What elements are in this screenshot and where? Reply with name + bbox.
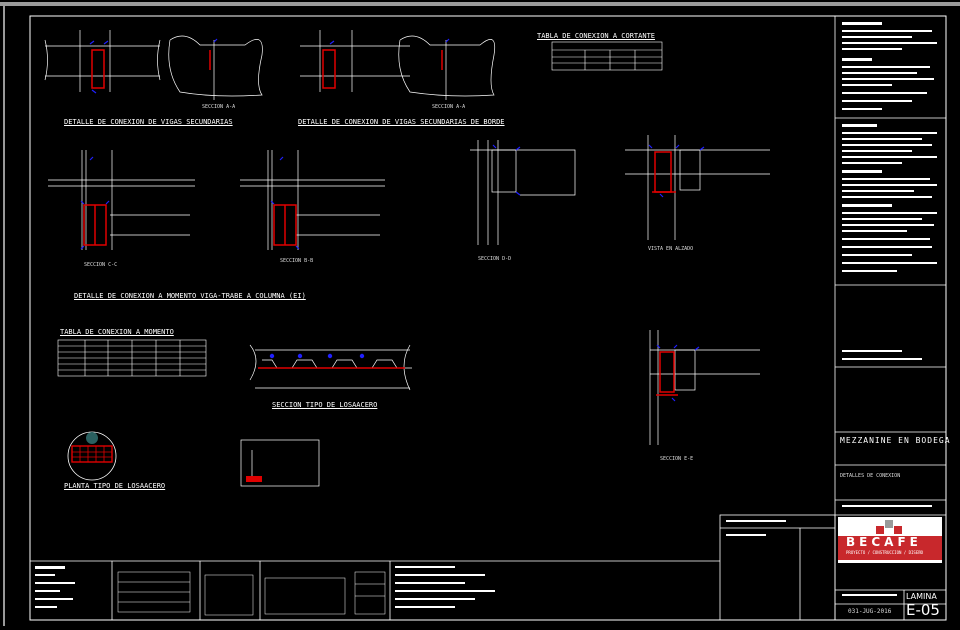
label-vista-alzado: VISTA EN ALZADO (648, 246, 694, 252)
title-tabla-cortante: TABLA DE CONEXION A CORTANTE (537, 32, 656, 40)
drawing-name: DETALLES DE CONEXION (840, 473, 901, 479)
becafe-logo-icon (876, 520, 902, 536)
company-name: BECAFE (846, 535, 922, 549)
cad-drawing-canvas[interactable] (0, 0, 960, 630)
title-planta-losaacero: PLANTA TIPO DE LOSAACERO (64, 482, 166, 490)
label-seccion-ee: SECCION E-E (660, 456, 694, 462)
label-seccion-aa-2: SECCION A-A (432, 104, 466, 110)
label-seccion-aa-1: SECCION A-A (202, 104, 236, 110)
company-tagline: PROYECTO / CONSTRUCCION / DISEÑO (846, 550, 924, 555)
title-detalle-vigas-secundarias: DETALLE DE CONEXION DE VIGAS SECUNDARIAS (64, 118, 233, 126)
sheet-label: LAMINA (906, 592, 937, 601)
project-name: MEZZANINE EN BODEGA (840, 436, 951, 445)
label-seccion-cc: SECCION C-C (84, 262, 118, 268)
drawing-date: 031-JUG-2016 (848, 608, 892, 615)
title-seccion-losaacero: SECCION TIPO DE LOSAACERO (272, 401, 378, 409)
label-seccion-bb: SECCION B-B (280, 258, 314, 264)
label-seccion-dd: SECCION D-D (478, 256, 512, 262)
title-detalle-momento: DETALLE DE CONEXION A MOMENTO VIGA-TRABE… (74, 292, 306, 300)
sheet-number: E-05 (906, 601, 940, 619)
title-tabla-momento: TABLA DE CONEXION A MOMENTO (60, 328, 174, 336)
title-detalle-vigas-borde: DETALLE DE CONEXION DE VIGAS SECUNDARIAS… (298, 118, 505, 126)
